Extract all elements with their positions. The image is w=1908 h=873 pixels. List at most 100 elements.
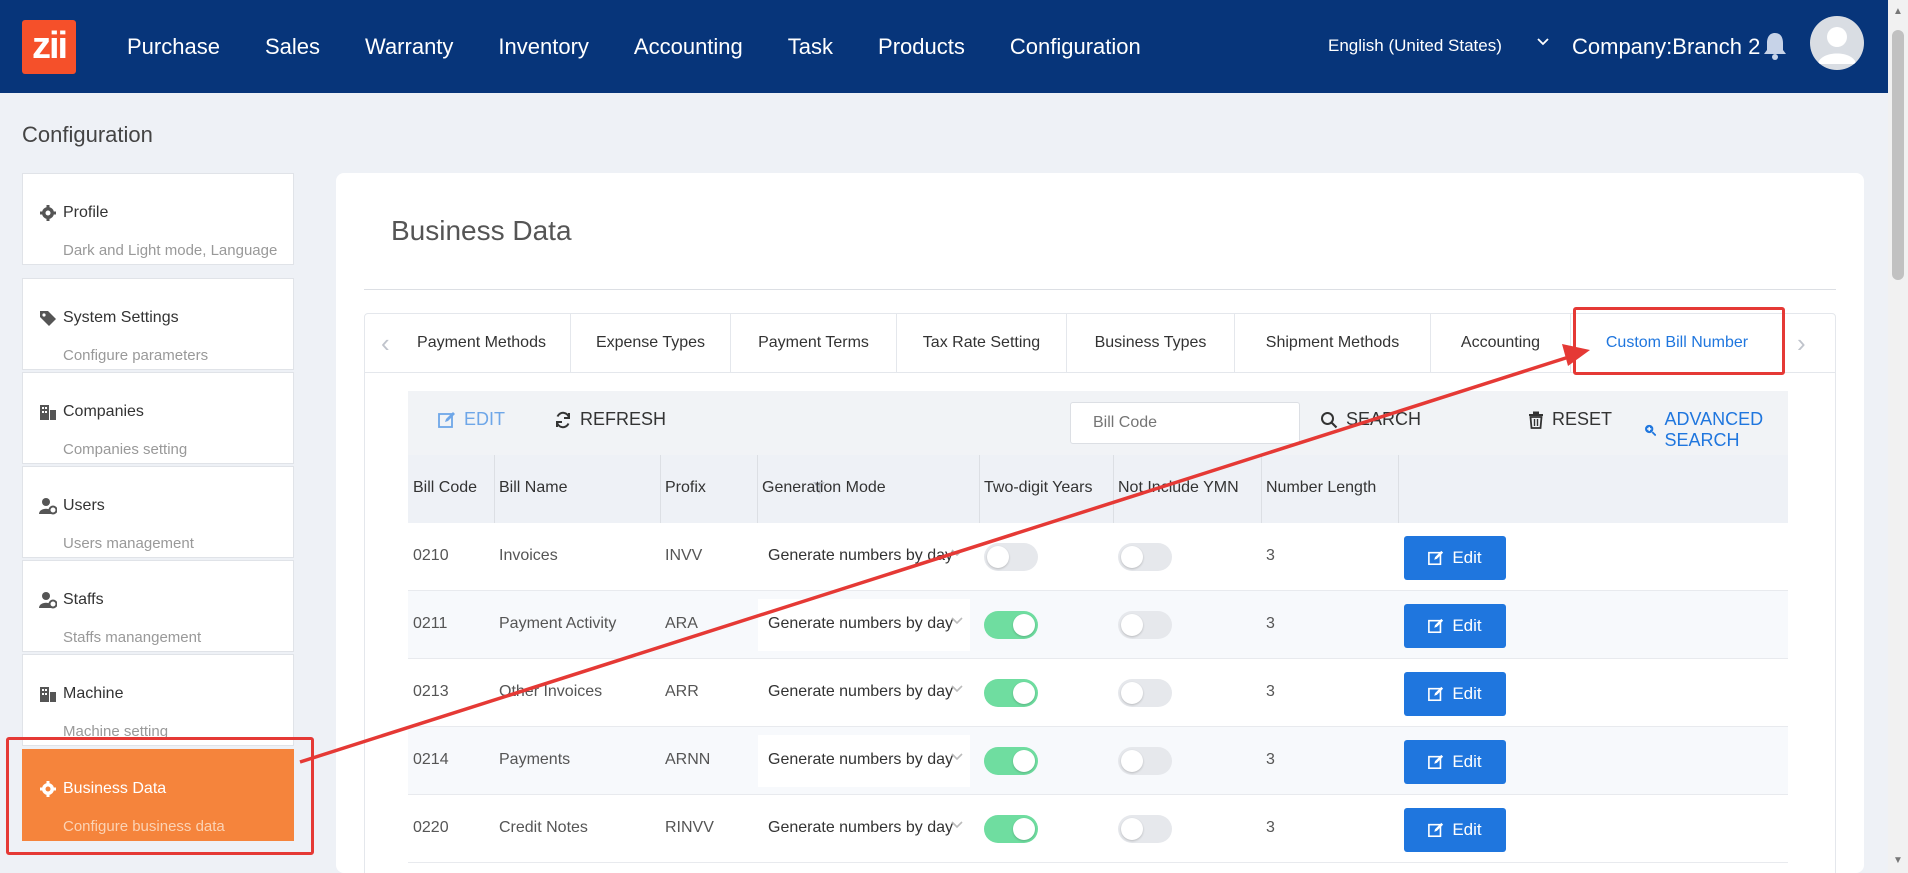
- language-select[interactable]: English (United States): [1328, 36, 1502, 56]
- nav-inventory[interactable]: Inventory: [498, 34, 589, 60]
- edit-button[interactable]: EDIT: [438, 409, 505, 430]
- nav-sales[interactable]: Sales: [265, 34, 320, 60]
- tab-shipment-methods[interactable]: Shipment Methods: [1235, 314, 1431, 372]
- tab-business-types[interactable]: Business Types: [1067, 314, 1235, 372]
- edit-label: EDIT: [464, 409, 506, 429]
- row-edit-button[interactable]: Edit: [1404, 604, 1506, 648]
- sidebar-item-companies[interactable]: Companies Companies setting: [22, 372, 294, 464]
- row-edit-label: Edit: [1452, 684, 1482, 703]
- bill-code-search-input[interactable]: [1070, 402, 1300, 444]
- generation-mode-value: Generate numbers by day: [768, 683, 953, 700]
- bill-name-cell: Payments: [499, 751, 571, 768]
- generation-mode-select[interactable]: Generate numbers by day: [758, 803, 970, 855]
- scrollbar-thumb[interactable]: [1892, 30, 1904, 280]
- chevron-right-icon[interactable]: ›: [1797, 328, 1806, 359]
- generation-mode-select[interactable]: Generate numbers by day: [758, 667, 970, 719]
- generation-mode-select[interactable]: Generate numbers by day: [758, 531, 970, 583]
- sidebar-item-machine[interactable]: Machine Machine setting: [22, 654, 294, 746]
- sidebar-item-title: Companies: [63, 403, 144, 420]
- row-edit-button[interactable]: Edit: [1404, 536, 1506, 580]
- scroll-up-icon[interactable]: ▲: [1893, 6, 1903, 17]
- tab-payment-methods[interactable]: Payment Methods: [393, 314, 571, 372]
- chevron-left-icon[interactable]: ‹: [381, 328, 390, 359]
- column-header-generation-mode[interactable]: Generation Mode: [762, 479, 886, 497]
- page-scrollbar[interactable]: ▲ ▼: [1888, 0, 1908, 873]
- generation-mode-select[interactable]: Generate numbers by day: [758, 735, 970, 787]
- row-edit-label: Edit: [1452, 820, 1482, 839]
- row-edit-button[interactable]: Edit: [1404, 740, 1506, 784]
- bell-icon[interactable]: [1760, 30, 1790, 62]
- nav-purchase[interactable]: Purchase: [127, 34, 220, 60]
- reset-button[interactable]: RESET: [1528, 409, 1612, 430]
- tab-expense-types[interactable]: Expense Types: [571, 314, 731, 372]
- prefix-cell: RINVV: [665, 819, 714, 836]
- gear-icon: [40, 205, 56, 221]
- advanced-search-button[interactable]: ADVANCED SEARCH: [1644, 409, 1788, 451]
- toggle-knob: [987, 546, 1009, 568]
- sidebar-item-staffs[interactable]: Staffs Staffs manangement: [22, 560, 294, 652]
- generation-mode-value: Generate numbers by day: [768, 615, 953, 632]
- row-edit-button[interactable]: Edit: [1404, 672, 1506, 716]
- bill-code-cell: 0220: [413, 819, 449, 836]
- column-divider: [494, 455, 495, 523]
- sidebar-item-users[interactable]: Users Users management: [22, 466, 294, 558]
- not-include-ymn-toggle[interactable]: [1118, 747, 1172, 775]
- two-digit-years-toggle[interactable]: [984, 747, 1038, 775]
- avatar[interactable]: [1810, 16, 1864, 70]
- generation-mode-value: Generate numbers by day: [768, 819, 953, 836]
- toggle-knob: [1121, 818, 1143, 840]
- highlight-box-sidebar: [6, 737, 314, 855]
- nav-products[interactable]: Products: [878, 34, 965, 60]
- sidebar-item-title: System Settings: [63, 309, 179, 326]
- column-header-prefix[interactable]: Profix: [665, 479, 706, 497]
- chevron-down-icon: [951, 549, 963, 557]
- two-digit-years-toggle[interactable]: [984, 543, 1038, 571]
- two-digit-years-toggle[interactable]: [984, 815, 1038, 843]
- nav-task[interactable]: Task: [788, 34, 833, 60]
- refresh-icon: [556, 411, 570, 428]
- refresh-button[interactable]: REFRESH: [554, 409, 666, 430]
- not-include-ymn-toggle[interactable]: [1118, 679, 1172, 707]
- divider: [364, 289, 1836, 290]
- not-include-ymn-toggle[interactable]: [1118, 815, 1172, 843]
- column-divider: [1113, 455, 1114, 523]
- column-header-two-digit-years[interactable]: Two-digit Years: [984, 479, 1093, 497]
- main-panel: Business Data ‹ Payment Methods Expense …: [336, 173, 1864, 873]
- scroll-down-icon[interactable]: ▼: [1893, 855, 1903, 866]
- tab-payment-terms[interactable]: Payment Terms: [731, 314, 897, 372]
- chevron-down-icon[interactable]: [1536, 34, 1550, 48]
- two-digit-years-toggle[interactable]: [984, 611, 1038, 639]
- company-label[interactable]: Company:Branch 2: [1572, 34, 1760, 60]
- not-include-ymn-toggle[interactable]: [1118, 611, 1172, 639]
- row-edit-button[interactable]: Edit: [1404, 808, 1506, 852]
- tab-tax-rate-setting[interactable]: Tax Rate Setting: [897, 314, 1067, 372]
- column-header-bill-name[interactable]: Bill Name: [499, 479, 567, 497]
- two-digit-years-toggle[interactable]: [984, 679, 1038, 707]
- generation-mode-select[interactable]: Generate numbers by day: [758, 599, 970, 651]
- sidebar-item-profile[interactable]: Profile Dark and Light mode, Language: [22, 173, 294, 265]
- number-length-cell: 3: [1266, 751, 1275, 768]
- row-edit-label: Edit: [1452, 616, 1482, 635]
- tab-accounting[interactable]: Accounting: [1431, 314, 1571, 372]
- sidebar-item-system-settings[interactable]: System Settings Configure parameters: [22, 278, 294, 370]
- prefix-cell: ARA: [665, 615, 698, 632]
- not-include-ymn-toggle[interactable]: [1118, 543, 1172, 571]
- sidebar-item-title: Staffs: [63, 591, 104, 608]
- prefix-cell: ARR: [665, 683, 699, 700]
- search-button[interactable]: SEARCH: [1320, 409, 1421, 430]
- sidebar-item-subtitle: Companies setting: [63, 441, 188, 458]
- table-toolbar: EDIT REFRESH SEARCH RESET ADVANCED SEARC…: [408, 391, 1788, 455]
- column-header-number-length[interactable]: Number Length: [1266, 479, 1376, 497]
- column-divider: [757, 455, 758, 523]
- nav-accounting[interactable]: Accounting: [634, 34, 743, 60]
- column-header-bill-code[interactable]: Bill Code: [413, 479, 477, 497]
- nav-configuration[interactable]: Configuration: [1010, 34, 1141, 60]
- page-title: Business Data: [391, 215, 572, 246]
- table-row: 0214 Payments ARNN Generate numbers by d…: [408, 727, 1788, 795]
- prefix-cell: INVV: [665, 547, 703, 564]
- toggle-knob: [1013, 614, 1035, 636]
- app-logo[interactable]: zii: [22, 20, 76, 74]
- user-gear-icon: [39, 498, 57, 515]
- nav-warranty[interactable]: Warranty: [365, 34, 453, 60]
- column-header-not-include-ymn[interactable]: Not Include YMN: [1118, 479, 1239, 497]
